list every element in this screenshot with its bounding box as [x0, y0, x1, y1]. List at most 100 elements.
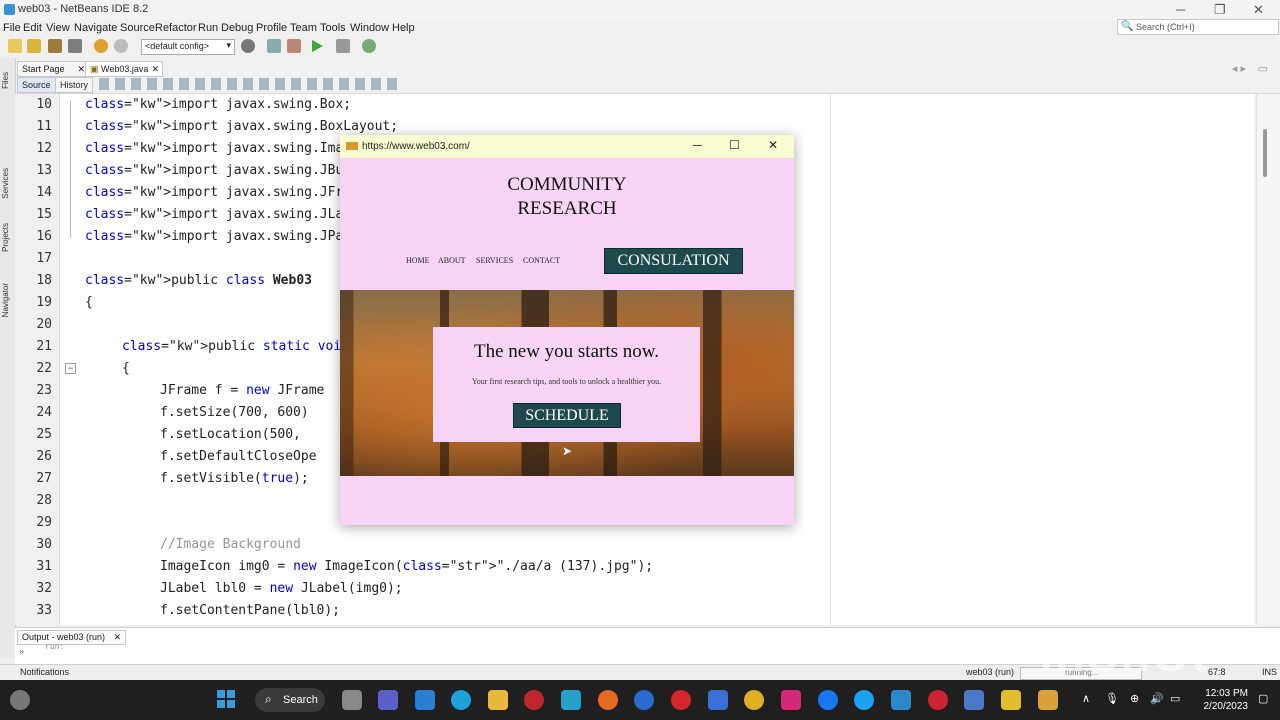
- maximize-icon[interactable]: ❐: [1214, 2, 1226, 18]
- clean-build-icon[interactable]: [287, 39, 301, 53]
- weather-icon[interactable]: [10, 690, 30, 710]
- jframe-minimize-icon[interactable]: ─: [693, 138, 702, 152]
- nav-contact[interactable]: CONTACT: [523, 256, 560, 265]
- facebook-icon[interactable]: [818, 690, 838, 710]
- menu-window[interactable]: Window: [350, 22, 389, 34]
- scrollbar-thumb[interactable]: [1263, 129, 1267, 177]
- network-icon[interactable]: ⊕: [1130, 692, 1139, 705]
- hero-headline: The new you starts now.: [473, 341, 660, 362]
- run-icon[interactable]: [310, 39, 324, 53]
- mail-icon[interactable]: [415, 690, 435, 710]
- twitter-icon[interactable]: [854, 690, 874, 710]
- ide-title-bar: web03 - NetBeans IDE 8.2 ─ ❐ ✕: [0, 0, 1280, 20]
- menu-edit[interactable]: Edit: [23, 22, 42, 34]
- file-explorer-icon[interactable]: [488, 690, 508, 710]
- close-icon[interactable]: ✕: [1253, 2, 1264, 18]
- battery-icon[interactable]: ▭: [1170, 692, 1180, 705]
- menu-team[interactable]: Team: [290, 22, 317, 34]
- side-tab-services[interactable]: Services: [1, 168, 10, 199]
- editor-tool-icons[interactable]: [99, 78, 399, 90]
- clock[interactable]: 12:03 PM 2/20/2023: [1196, 687, 1249, 713]
- menu-debug[interactable]: Debug: [221, 22, 253, 34]
- side-tab-projects[interactable]: Projects: [1, 223, 10, 252]
- l-app-icon[interactable]: [561, 690, 581, 710]
- line-number: 23: [36, 383, 52, 398]
- line-number: 20: [36, 317, 52, 332]
- consultation-button[interactable]: CONSULATION: [604, 248, 743, 274]
- app-icon[interactable]: [634, 690, 654, 710]
- save-all-icon[interactable]: [68, 39, 82, 53]
- netbeans-taskbar-icon[interactable]: [1038, 690, 1058, 710]
- java-cup-icon: [346, 142, 358, 150]
- menu-run[interactable]: Run: [198, 22, 218, 34]
- output-tab[interactable]: Output - web03 (run) ✕: [17, 630, 127, 645]
- photos-icon[interactable]: [708, 690, 728, 710]
- config-select[interactable]: <default config> ▾: [141, 39, 235, 55]
- app-icon-5[interactable]: [1001, 690, 1021, 710]
- task-view-icon[interactable]: [342, 690, 362, 710]
- build-icon[interactable]: [267, 39, 281, 53]
- opera-icon[interactable]: [671, 690, 691, 710]
- record-icon[interactable]: [524, 690, 544, 710]
- tab-start-page[interactable]: Start Page ✕: [17, 61, 89, 77]
- new-file-icon[interactable]: [8, 39, 22, 53]
- right-margin-line: [830, 94, 831, 625]
- taskbar-search[interactable]: ⌕ Search: [255, 688, 325, 712]
- menu-tools[interactable]: Tools: [320, 22, 346, 34]
- tab-web03-java[interactable]: ▣ Web03.java ✕: [85, 61, 163, 77]
- microphone-icon[interactable]: 🎙: [1105, 692, 1119, 705]
- menu-file[interactable]: File: [3, 22, 21, 34]
- minimize-icon[interactable]: ─: [1176, 2, 1185, 17]
- volume-icon[interactable]: 🔊: [1150, 692, 1164, 705]
- menu-navigate[interactable]: Navigate: [74, 22, 117, 34]
- jframe-close-icon[interactable]: ✕: [768, 138, 778, 152]
- undo-icon[interactable]: [94, 39, 108, 53]
- code-line: {: [85, 295, 93, 310]
- firefox-icon[interactable]: [598, 690, 618, 710]
- edge-icon[interactable]: [451, 690, 471, 710]
- teams-icon[interactable]: [378, 690, 398, 710]
- scroll-tabs-left-icon[interactable]: ◂ ▸: [1232, 62, 1246, 75]
- menu-profile[interactable]: Profile: [256, 22, 287, 34]
- nav-services[interactable]: SERVICES: [476, 256, 513, 265]
- line-number: 31: [36, 559, 52, 574]
- chrome-icon[interactable]: [744, 690, 764, 710]
- schedule-button[interactable]: SCHEDULE: [513, 403, 621, 428]
- open-project-icon[interactable]: [48, 39, 62, 53]
- app-icon-3[interactable]: [928, 690, 948, 710]
- new-project-icon[interactable]: [27, 39, 41, 53]
- menu-help[interactable]: Help: [392, 22, 415, 34]
- globe-icon[interactable]: [241, 39, 255, 53]
- editor-scrollbar[interactable]: [1256, 94, 1280, 625]
- app-icon-4[interactable]: [964, 690, 984, 710]
- side-tab-files[interactable]: Files: [1, 72, 10, 89]
- nav-about[interactable]: ABOUT: [438, 256, 466, 265]
- tab-list-icon[interactable]: ▭: [1258, 62, 1268, 75]
- search-input[interactable]: 🔍 Search (Ctrl+I): [1117, 19, 1279, 35]
- close-tab-icon[interactable]: ✕: [77, 62, 85, 76]
- fold-toggle-icon[interactable]: −: [65, 363, 76, 374]
- rerun-icon[interactable]: »: [19, 646, 24, 656]
- menu-source[interactable]: Source: [120, 22, 155, 34]
- clock-date: 2/20/2023: [1203, 701, 1249, 712]
- side-panel-strip: Files Services Projects Navigator: [0, 58, 16, 658]
- close-tab-icon[interactable]: ✕: [151, 62, 159, 76]
- menu-refactor[interactable]: Refactor: [155, 22, 197, 34]
- notifications-label[interactable]: Notifications: [20, 667, 69, 677]
- app-icon-2[interactable]: [891, 690, 911, 710]
- nav-home[interactable]: HOME: [406, 256, 430, 265]
- close-tab-icon[interactable]: ✕: [114, 632, 122, 642]
- history-view-tab[interactable]: History: [55, 77, 94, 93]
- jframe-maximize-icon[interactable]: ☐: [729, 138, 740, 152]
- source-view-tab[interactable]: Source: [17, 77, 56, 93]
- notification-icon[interactable]: ▢: [1258, 692, 1268, 705]
- debug-icon[interactable]: [336, 39, 350, 53]
- menu-view[interactable]: View: [46, 22, 70, 34]
- redo-icon[interactable]: [114, 39, 128, 53]
- side-tab-navigator[interactable]: Navigator: [1, 283, 10, 317]
- tray-chevron-icon[interactable]: ∧: [1082, 692, 1090, 705]
- instagram-icon[interactable]: [781, 690, 801, 710]
- start-icon[interactable]: [216, 689, 236, 709]
- profile-icon[interactable]: [362, 39, 376, 53]
- line-number: 29: [36, 515, 52, 530]
